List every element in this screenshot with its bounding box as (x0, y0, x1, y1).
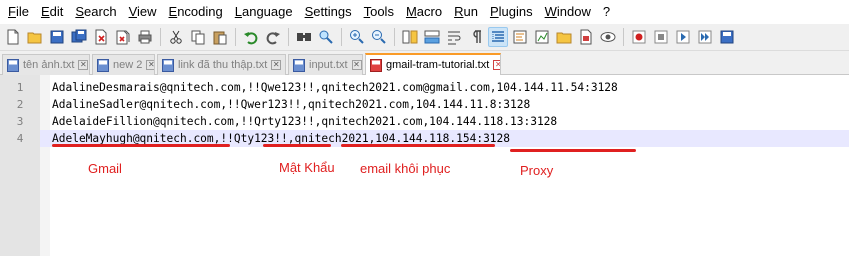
menu-language[interactable]: Language (229, 0, 299, 24)
document-list-icon[interactable] (576, 27, 596, 47)
code-line[interactable]: 2 AdalineSadler@qnitech.com,!!Qwer123!!,… (0, 96, 849, 113)
toolbar-separator (623, 28, 624, 46)
gmail-underline (52, 144, 230, 147)
menu-macro[interactable]: Macro (400, 0, 448, 24)
line-number: 2 (0, 96, 40, 113)
tab-bar: tên ảnh.txt ✕ new 2 ✕ link đã thu thập.t… (0, 51, 849, 75)
toolbar (0, 24, 849, 51)
line-number: 4 (0, 130, 40, 147)
folder-workspace-icon[interactable] (554, 27, 574, 47)
save-icon[interactable] (47, 27, 67, 47)
tab-label: link đã thu thập.txt (178, 59, 268, 71)
close-icon[interactable]: ✕ (78, 60, 89, 70)
password-underline (263, 144, 331, 147)
toolbar-separator (160, 28, 161, 46)
menu-plugins[interactable]: Plugins (484, 0, 539, 24)
word-wrap-icon[interactable] (444, 27, 464, 47)
saved-file-icon (293, 58, 305, 72)
print-icon[interactable] (135, 27, 155, 47)
replace-icon[interactable] (316, 27, 336, 47)
tab-new-2[interactable]: new 2 ✕ (92, 54, 155, 75)
document-map-icon[interactable] (510, 27, 530, 47)
menu-view[interactable]: View (123, 0, 163, 24)
undo-icon[interactable] (241, 27, 261, 47)
gmail-label: Gmail (88, 161, 122, 176)
show-all-characters-icon[interactable] (466, 27, 486, 47)
unsaved-file-icon (370, 58, 382, 72)
tab-link-da-thu-thap[interactable]: link đã thu thập.txt ✕ (157, 54, 286, 75)
zoom-out-icon[interactable] (369, 27, 389, 47)
tab-gmail-tram-tutorial[interactable]: gmail-tram-tutorial.txt ✕ (365, 53, 501, 75)
recovery-email-underline (341, 144, 495, 147)
tab-label: tên ảnh.txt (23, 59, 75, 71)
new-file-icon[interactable] (3, 27, 23, 47)
editor[interactable]: 1 AdalineDesmarais@qnitech.com,!!Qwe123!… (0, 75, 849, 256)
password-label: Mật Khẩu (279, 160, 335, 175)
tab-input[interactable]: input.txt ✕ (288, 54, 363, 75)
save-macro-icon[interactable] (717, 27, 737, 47)
line-number: 1 (0, 79, 40, 96)
tab-label: new 2 (113, 59, 143, 71)
zoom-in-icon[interactable] (347, 27, 367, 47)
cut-icon[interactable] (166, 27, 186, 47)
toolbar-separator (235, 28, 236, 46)
saved-file-icon (7, 58, 19, 72)
proxy-underline (510, 149, 636, 152)
find-icon[interactable] (294, 27, 314, 47)
stop-macro-icon[interactable] (651, 27, 671, 47)
monitoring-icon[interactable] (598, 27, 618, 47)
menu-settings[interactable]: Settings (299, 0, 358, 24)
tab-label: gmail-tram-tutorial.txt (386, 59, 490, 71)
open-file-icon[interactable] (25, 27, 45, 47)
menu-edit[interactable]: Edit (35, 0, 69, 24)
menu-search[interactable]: Search (69, 0, 122, 24)
tab-label: input.txt (309, 59, 348, 71)
menu-window[interactable]: Window (539, 0, 597, 24)
menu-tools[interactable]: Tools (358, 0, 400, 24)
copy-icon[interactable] (188, 27, 208, 47)
tab-ten-anh[interactable]: tên ảnh.txt ✕ (2, 54, 90, 75)
function-list-icon[interactable] (532, 27, 552, 47)
close-icon[interactable]: ✕ (493, 60, 500, 70)
close-all-icon[interactable] (113, 27, 133, 47)
line-text[interactable]: AdalineDesmarais@qnitech.com,!!Qwe123!!,… (52, 79, 618, 96)
redo-icon[interactable] (263, 27, 283, 47)
line-text[interactable]: AdalineSadler@qnitech.com,!!Qwer123!!,qn… (52, 96, 530, 113)
sync-horizontal-icon[interactable] (422, 27, 442, 47)
recovery-email-label: email khôi phục (360, 161, 451, 176)
menu-bar: File Edit Search View Encoding Language … (0, 0, 849, 24)
run-macro-multiple-icon[interactable] (695, 27, 715, 47)
code-line[interactable]: 3 AdelaideFillion@qnitech.com,!!Qrty123!… (0, 113, 849, 130)
sync-vertical-icon[interactable] (400, 27, 420, 47)
record-macro-icon[interactable] (629, 27, 649, 47)
line-text[interactable]: AdelaideFillion@qnitech.com,!!Qrty123!!,… (52, 113, 557, 130)
menu-run[interactable]: Run (448, 0, 484, 24)
indent-guide-icon[interactable] (488, 27, 508, 47)
menu-help[interactable]: ? (597, 0, 616, 24)
play-macro-icon[interactable] (673, 27, 693, 47)
menu-file[interactable]: File (2, 0, 35, 24)
toolbar-separator (341, 28, 342, 46)
code-line[interactable]: 1 AdalineDesmarais@qnitech.com,!!Qwe123!… (0, 79, 849, 96)
close-icon[interactable]: ✕ (351, 60, 362, 70)
paste-icon[interactable] (210, 27, 230, 47)
saved-file-icon (162, 58, 174, 72)
menu-encoding[interactable]: Encoding (163, 0, 229, 24)
saved-file-icon (97, 58, 109, 72)
close-icon[interactable]: ✕ (146, 60, 154, 70)
line-number: 3 (0, 113, 40, 130)
proxy-label: Proxy (520, 163, 554, 178)
toolbar-separator (288, 28, 289, 46)
close-icon[interactable]: ✕ (271, 60, 282, 70)
close-icon[interactable] (91, 27, 111, 47)
toolbar-separator (394, 28, 395, 46)
save-all-icon[interactable] (69, 27, 89, 47)
